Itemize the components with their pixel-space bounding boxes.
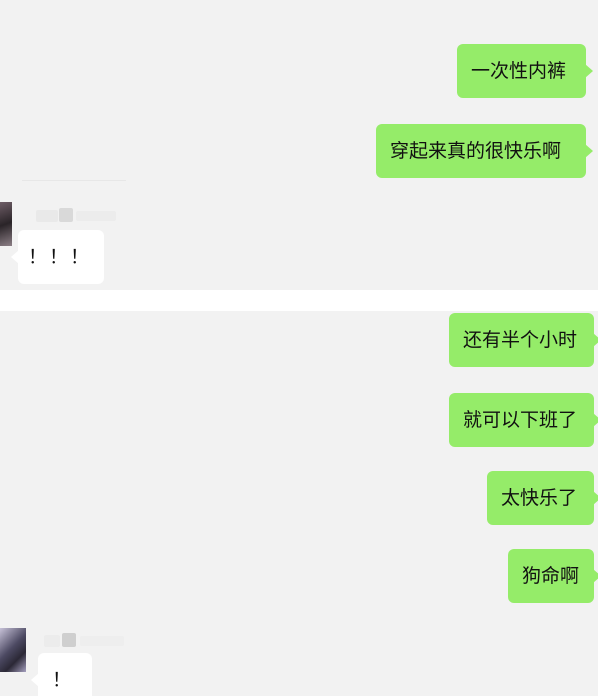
blurred-nickname bbox=[44, 635, 60, 647]
sent-message-bubble[interactable]: 还有半个小时 bbox=[449, 313, 598, 367]
sent-message-bubble[interactable]: 一次性内裤 bbox=[457, 44, 593, 98]
blurred-nickname bbox=[76, 211, 116, 221]
contact-avatar[interactable] bbox=[0, 202, 12, 246]
chat-panel-bottom: 还有半个小时 就可以下班了 太快乐了 狗命啊 ！ bbox=[0, 311, 598, 696]
chat-panel-top: 一次性内裤 穿起来真的很快乐啊 ！！！ bbox=[0, 0, 598, 290]
sent-message-bubble[interactable]: 太快乐了 bbox=[487, 471, 598, 525]
sent-message-bubble[interactable]: 穿起来真的很快乐啊 bbox=[376, 124, 593, 178]
sent-message-bubble[interactable]: 就可以下班了 bbox=[449, 393, 598, 447]
blurred-nickname bbox=[36, 210, 58, 222]
contact-avatar[interactable] bbox=[0, 628, 26, 672]
blurred-nickname bbox=[80, 636, 124, 646]
divider bbox=[22, 180, 126, 181]
sent-message-bubble[interactable]: 狗命啊 bbox=[508, 549, 598, 603]
received-message-bubble[interactable]: ！ bbox=[31, 653, 92, 696]
blurred-nickname bbox=[59, 208, 73, 222]
blurred-nickname bbox=[62, 633, 76, 647]
received-message-bubble[interactable]: ！！！ bbox=[11, 230, 104, 284]
